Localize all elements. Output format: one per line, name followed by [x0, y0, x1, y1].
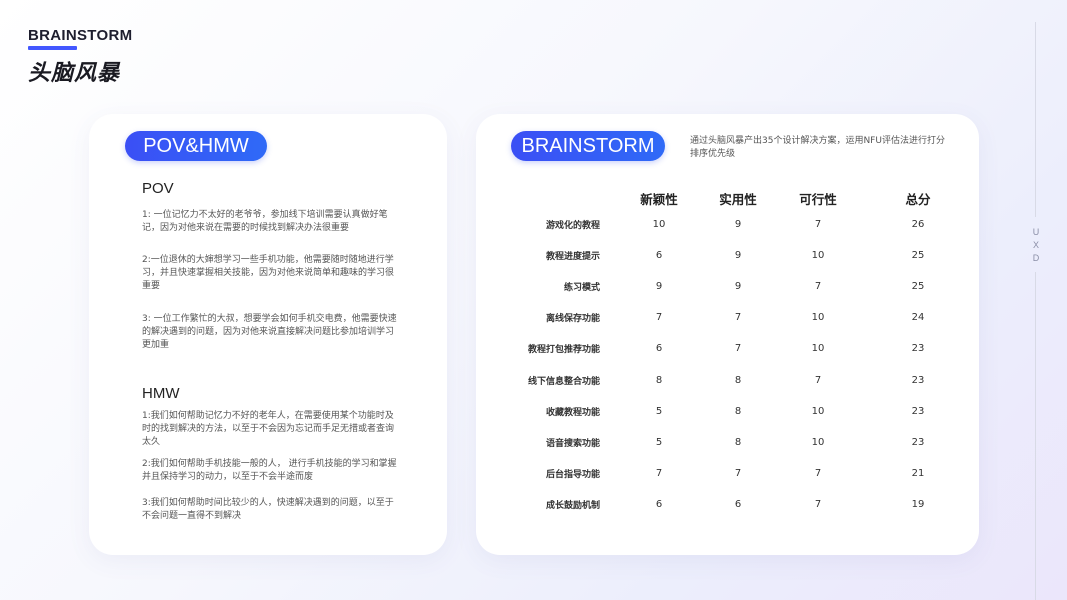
column-header-total: 总分: [905, 192, 931, 207]
table-cell: 23: [911, 437, 925, 448]
table-cell: 25: [911, 281, 925, 292]
table-cell: 9: [655, 281, 663, 292]
table-cell: 8: [655, 375, 663, 386]
table-cell: 23: [911, 406, 925, 417]
table-row-label: 后台指导功能: [545, 470, 600, 480]
table-cell: 23: [911, 375, 925, 386]
table-row-label: 语音搜索功能: [545, 439, 600, 449]
brand-title-en: BRAINSTORM: [28, 27, 133, 44]
hmw-item: 2:我们如何帮助手机技能一般的人， 进行手机技能的学习和掌握并且保持学习的动力，…: [142, 459, 397, 482]
table-cell: 10: [811, 437, 825, 448]
table-cell: 7: [814, 468, 822, 479]
side-divider-bottom: [1035, 272, 1036, 600]
table-cell: 10: [811, 406, 825, 417]
pov-item: 2:一位退休的大婶想学习一些手机功能，他需要随时随地进行学习，并且快速掌握相关技…: [142, 255, 395, 291]
table-row-label: 练习模式: [563, 283, 600, 293]
pov-hmw-card: POV&HMW POV 1: 一位记忆力不太好的老爷爷，参加线下培训需要认真做好…: [89, 114, 447, 555]
column-header-feasibility: 可行性: [799, 192, 837, 207]
brainstorm-card: BRAINSTORM 通过头脑风暴产出35个设计解决方案，运用NFU评估法进行打…: [476, 114, 979, 555]
side-divider-top: [1035, 22, 1036, 217]
table-cell: 6: [655, 343, 663, 354]
hmw-item: 1:我们如何帮助记忆力不好的老年人，在需要使用某个功能时及时的找到解决的方法，以…: [142, 411, 395, 447]
table-cell: 21: [911, 468, 925, 479]
table-cell: 6: [655, 499, 663, 510]
pov-hmw-badge: POV&HMW: [125, 131, 267, 161]
table-cell: 25: [911, 250, 925, 261]
pov-item: 1: 一位记忆力不太好的老爷爷，参加线下培训需要认真做好笔记，因为对他来说在需要…: [142, 210, 388, 233]
table-cell: 7: [814, 281, 822, 292]
table-cell: 7: [655, 468, 663, 479]
side-label: UXD: [1030, 226, 1042, 265]
table-cell: 7: [734, 343, 742, 354]
table-row-label: 成长鼓励机制: [545, 501, 600, 511]
brainstorm-badge: BRAINSTORM: [511, 131, 665, 161]
table-cell: 7: [814, 499, 822, 510]
table-row-label: 游戏化的教程: [545, 221, 600, 231]
table-cell: 23: [911, 343, 925, 354]
table-cell: 5: [655, 406, 663, 417]
hmw-heading: HMW: [142, 385, 180, 402]
table-cell: 19: [911, 499, 925, 510]
table-cell: 6: [655, 250, 663, 261]
table-cell: 8: [734, 375, 742, 386]
table-row-label: 离线保存功能: [545, 314, 600, 324]
table-cell: 10: [811, 343, 825, 354]
column-header-usefulness: 实用性: [719, 192, 757, 207]
table-cell: 10: [811, 312, 825, 323]
table-row-label: 教程进度提示: [545, 252, 600, 262]
table-row-label: 收藏教程功能: [545, 408, 600, 418]
table-cell: 24: [911, 312, 925, 323]
table-cell: 6: [734, 499, 742, 510]
table-cell: 8: [734, 406, 742, 417]
pov-item: 3: 一位工作繁忙的大叔，想要学会如何手机交电费，他需要快速的解决遇到的问题，因…: [142, 314, 397, 350]
table-row-label: 线下信息整合功能: [527, 377, 600, 387]
table-cell: 26: [911, 219, 925, 230]
column-header-novelty: 新颖性: [640, 192, 678, 207]
brand-title-cn: 头脑风暴: [28, 61, 121, 86]
table-cell: 10: [811, 250, 825, 261]
table-cell: 7: [814, 219, 822, 230]
table-cell: 8: [734, 437, 742, 448]
table-cell: 10: [652, 219, 666, 230]
table-cell: 7: [734, 312, 742, 323]
table-cell: 9: [734, 281, 742, 292]
hmw-item: 3:我们如何帮助时间比较少的人，快速解决遇到的问题，以至于不会问题一直得不到解决: [142, 498, 394, 521]
table-cell: 9: [734, 219, 742, 230]
table-cell: 7: [814, 375, 822, 386]
table-cell: 5: [655, 437, 663, 448]
brainstorm-intro: 通过头脑风暴产出35个设计解决方案，运用NFU评估法进行打分排序优先级: [690, 136, 945, 159]
table-row-label: 教程打包推荐功能: [527, 345, 600, 355]
table-cell: 7: [655, 312, 663, 323]
pov-heading: POV: [142, 180, 174, 197]
brand-accent-bar: [28, 46, 77, 50]
table-cell: 7: [734, 468, 742, 479]
side-letter: UXD: [1032, 227, 1040, 263]
table-cell: 9: [734, 250, 742, 261]
